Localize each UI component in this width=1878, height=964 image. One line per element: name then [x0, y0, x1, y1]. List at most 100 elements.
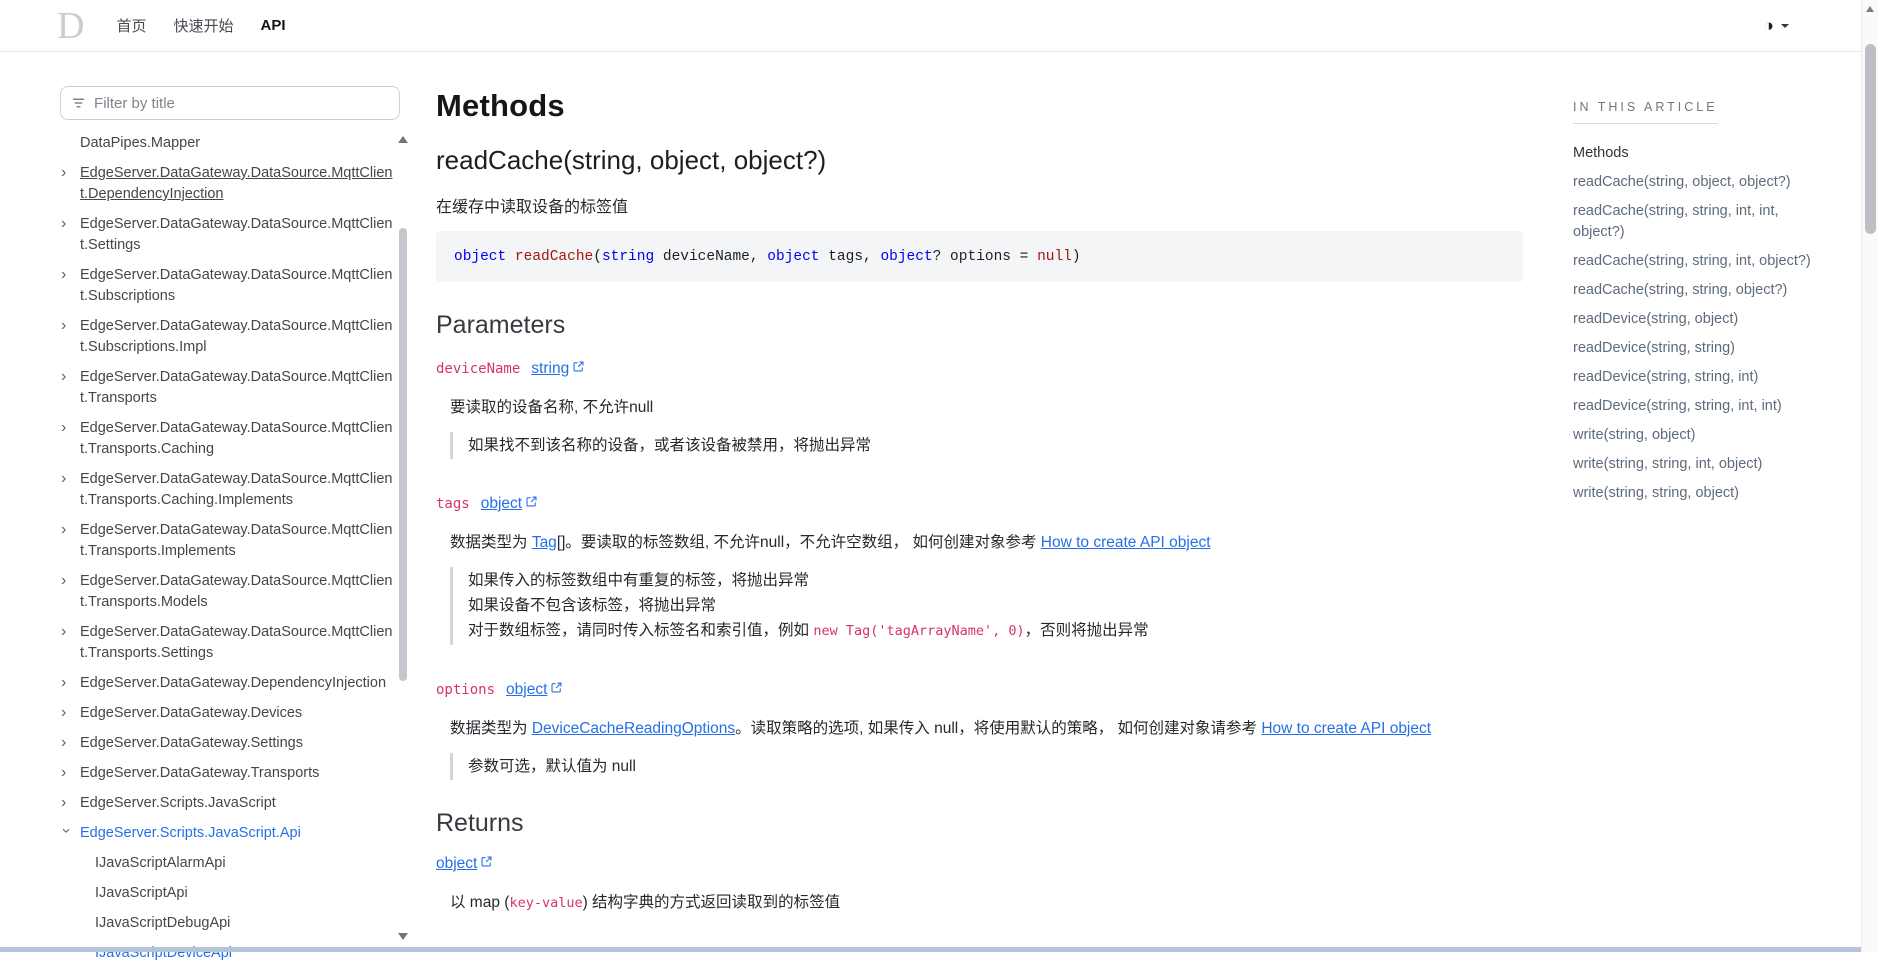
browser-scrollbar-thumb[interactable]: [1865, 44, 1876, 234]
chevron-right-icon[interactable]: [61, 571, 74, 591]
scroll-up-icon[interactable]: [398, 136, 408, 143]
sidebar-tree-item[interactable]: EdgeServer.DataGateway.DataSource.MqttCl…: [60, 265, 396, 307]
chevron-right-icon[interactable]: [61, 163, 74, 183]
toc-item[interactable]: readDevice(string, object): [1573, 309, 1827, 330]
toc-item[interactable]: readDevice(string, string): [1573, 338, 1827, 359]
sidebar-tree-item[interactable]: EdgeServer.DataGateway.Transports: [60, 763, 396, 784]
param-description: 数据类型为 Tag[]。要读取的标签数组, 不允许null，不允许空数组， 如何…: [450, 531, 1480, 555]
site-logo[interactable]: D: [57, 7, 84, 45]
sidebar-tree-item[interactable]: EdgeServer.DataGateway.DependencyInjecti…: [60, 673, 396, 694]
external-link-icon: [551, 682, 562, 693]
type-link[interactable]: object: [506, 681, 562, 699]
sidebar-tree-item[interactable]: DataPipes.Mapper: [60, 133, 396, 154]
external-link-icon: [481, 856, 492, 867]
chevron-right-icon[interactable]: [61, 763, 74, 783]
filter-icon: [72, 97, 85, 109]
chevron-right-icon[interactable]: [61, 316, 74, 336]
toc: IN THIS ARTICLE Methods readCache(string,…: [1573, 100, 1827, 504]
chevron-right-icon[interactable]: [61, 214, 74, 234]
article: Methods readCache(string, object, object…: [436, 52, 1523, 915]
scroll-down-icon[interactable]: [398, 933, 408, 940]
toc-item[interactable]: readCache(string, string, int, object?): [1573, 251, 1827, 272]
parameters-heading: Parameters: [436, 311, 1523, 340]
note-line: 如果传入的标签数组中有重复的标签，将抛出异常: [468, 568, 1523, 593]
chevron-right-icon[interactable]: [61, 793, 74, 813]
sidebar-tree-item[interactable]: EdgeServer.DataGateway.DataSource.MqttCl…: [60, 622, 396, 664]
sidebar-tree-item[interactable]: EdgeServer.DataGateway.DataSource.MqttCl…: [60, 367, 396, 409]
theme-toggle[interactable]: ◑: [1764, 17, 1789, 34]
chevron-right-icon[interactable]: [61, 733, 74, 753]
sidebar-tree-item[interactable]: IJavaScriptDebugApi: [60, 913, 396, 934]
toc-item[interactable]: readDevice(string, string, int): [1573, 367, 1827, 388]
sidebar-tree-item[interactable]: EdgeServer.Scripts.JavaScript.Api: [60, 823, 396, 844]
sidebar-tree-item[interactable]: EdgeServer.DataGateway.DataSource.MqttCl…: [60, 316, 396, 358]
sidebar: DataPipes.Mapper EdgeServer.DataGateway.…: [60, 86, 410, 952]
chevron-right-icon[interactable]: [61, 418, 74, 438]
param-devicename: deviceName string: [436, 360, 1523, 378]
nav-link[interactable]: 首页: [116, 15, 146, 36]
sidebar-tree-item[interactable]: EdgeServer.DataGateway.DataSource.MqttCl…: [60, 214, 396, 256]
param-name: deviceName: [436, 361, 520, 377]
bottom-band: [0, 947, 1861, 952]
type-link[interactable]: string: [531, 360, 584, 378]
filter-input[interactable]: [94, 95, 388, 112]
toc-item[interactable]: write(string, object): [1573, 425, 1827, 446]
toc-item[interactable]: readCache(string, object, object?): [1573, 172, 1827, 193]
nav-link[interactable]: 快速开始: [173, 15, 233, 36]
nav-links: 首页 快速开始 API: [116, 15, 285, 36]
inline-link[interactable]: Tag: [532, 534, 557, 551]
type-link[interactable]: object: [481, 495, 537, 513]
inline-link[interactable]: How to create API object: [1041, 534, 1211, 551]
chevron-right-icon[interactable]: [61, 673, 74, 693]
chevron-right-icon[interactable]: [61, 265, 74, 285]
param-description: 要读取的设备名称, 不允许null: [450, 396, 1480, 420]
sidebar-tree-item[interactable]: EdgeServer.DataGateway.Settings: [60, 733, 396, 754]
type-link[interactable]: object: [436, 855, 492, 873]
sidebar-tree-item[interactable]: EdgeServer.DataGateway.DataSource.MqttCl…: [60, 163, 396, 205]
chevron-right-icon[interactable]: [61, 520, 74, 540]
method-summary: 在缓存中读取设备的标签值: [436, 193, 1523, 217]
sidebar-scrollbar[interactable]: [397, 128, 409, 948]
toc-item[interactable]: write(string, string, int, object): [1573, 454, 1827, 475]
param-note: 如果传入的标签数组中有重复的标签，将抛出异常如果设备不包含该标签，将抛出异常对于…: [450, 567, 1523, 645]
scroll-up-icon[interactable]: [1866, 6, 1874, 12]
chevron-right-icon[interactable]: [61, 703, 74, 723]
browser-scrollbar[interactable]: [1861, 0, 1878, 952]
returns-heading: Returns: [436, 809, 1523, 838]
sidebar-tree-item[interactable]: EdgeServer.Scripts.JavaScript: [60, 793, 396, 814]
toc-item[interactable]: readCache(string, string, int, int, obje…: [1573, 201, 1827, 243]
sidebar-tree-item[interactable]: EdgeServer.DataGateway.Devices: [60, 703, 396, 724]
method-heading: readCache(string, object, object?): [436, 145, 1523, 176]
note-line: 参数可选，默认值为 null: [468, 754, 1523, 779]
sidebar-scrollbar-thumb[interactable]: [399, 228, 407, 681]
toc-item[interactable]: write(string, string, object): [1573, 483, 1827, 504]
chevron-right-icon[interactable]: [61, 367, 74, 387]
sidebar-tree-item[interactable]: IJavaScriptAlarmApi: [60, 853, 396, 874]
chevron-right-icon[interactable]: [61, 469, 74, 489]
filter-box: [60, 86, 400, 120]
theme-icon[interactable]: ◑: [1764, 17, 1774, 34]
toc-item[interactable]: Methods: [1573, 143, 1827, 164]
inline-code: key-value: [509, 895, 582, 911]
toc-item[interactable]: readDevice(string, string, int, int): [1573, 396, 1827, 417]
chevron-right-icon[interactable]: [61, 622, 74, 642]
top-nav: D 首页 快速开始 API ◑: [0, 0, 1861, 52]
external-link-icon: [573, 361, 584, 372]
toc-heading: IN THIS ARTICLE: [1573, 100, 1718, 124]
page-title: Methods: [436, 88, 1523, 124]
inline-link[interactable]: DeviceCacheReadingOptions: [532, 720, 735, 737]
sidebar-tree: DataPipes.Mapper EdgeServer.DataGateway.…: [60, 133, 396, 964]
nav-link[interactable]: API: [260, 17, 285, 34]
sidebar-tree-item[interactable]: EdgeServer.DataGateway.DataSource.MqttCl…: [60, 520, 396, 562]
param-tags: tags object: [436, 495, 1523, 513]
inline-code: new Tag('tagArrayName', 0): [813, 623, 1024, 639]
toc-item[interactable]: readCache(string, string, object?): [1573, 280, 1827, 301]
sidebar-tree-item[interactable]: EdgeServer.DataGateway.DataSource.MqttCl…: [60, 418, 396, 460]
chevron-down-icon[interactable]: [56, 828, 76, 841]
inline-link[interactable]: How to create API object: [1261, 720, 1431, 737]
code-block: object readCache(string deviceName, obje…: [436, 231, 1523, 282]
param-options: options object: [436, 681, 1523, 699]
sidebar-tree-item[interactable]: IJavaScriptApi: [60, 883, 396, 904]
sidebar-tree-item[interactable]: EdgeServer.DataGateway.DataSource.MqttCl…: [60, 469, 396, 511]
sidebar-tree-item[interactable]: EdgeServer.DataGateway.DataSource.MqttCl…: [60, 571, 396, 613]
